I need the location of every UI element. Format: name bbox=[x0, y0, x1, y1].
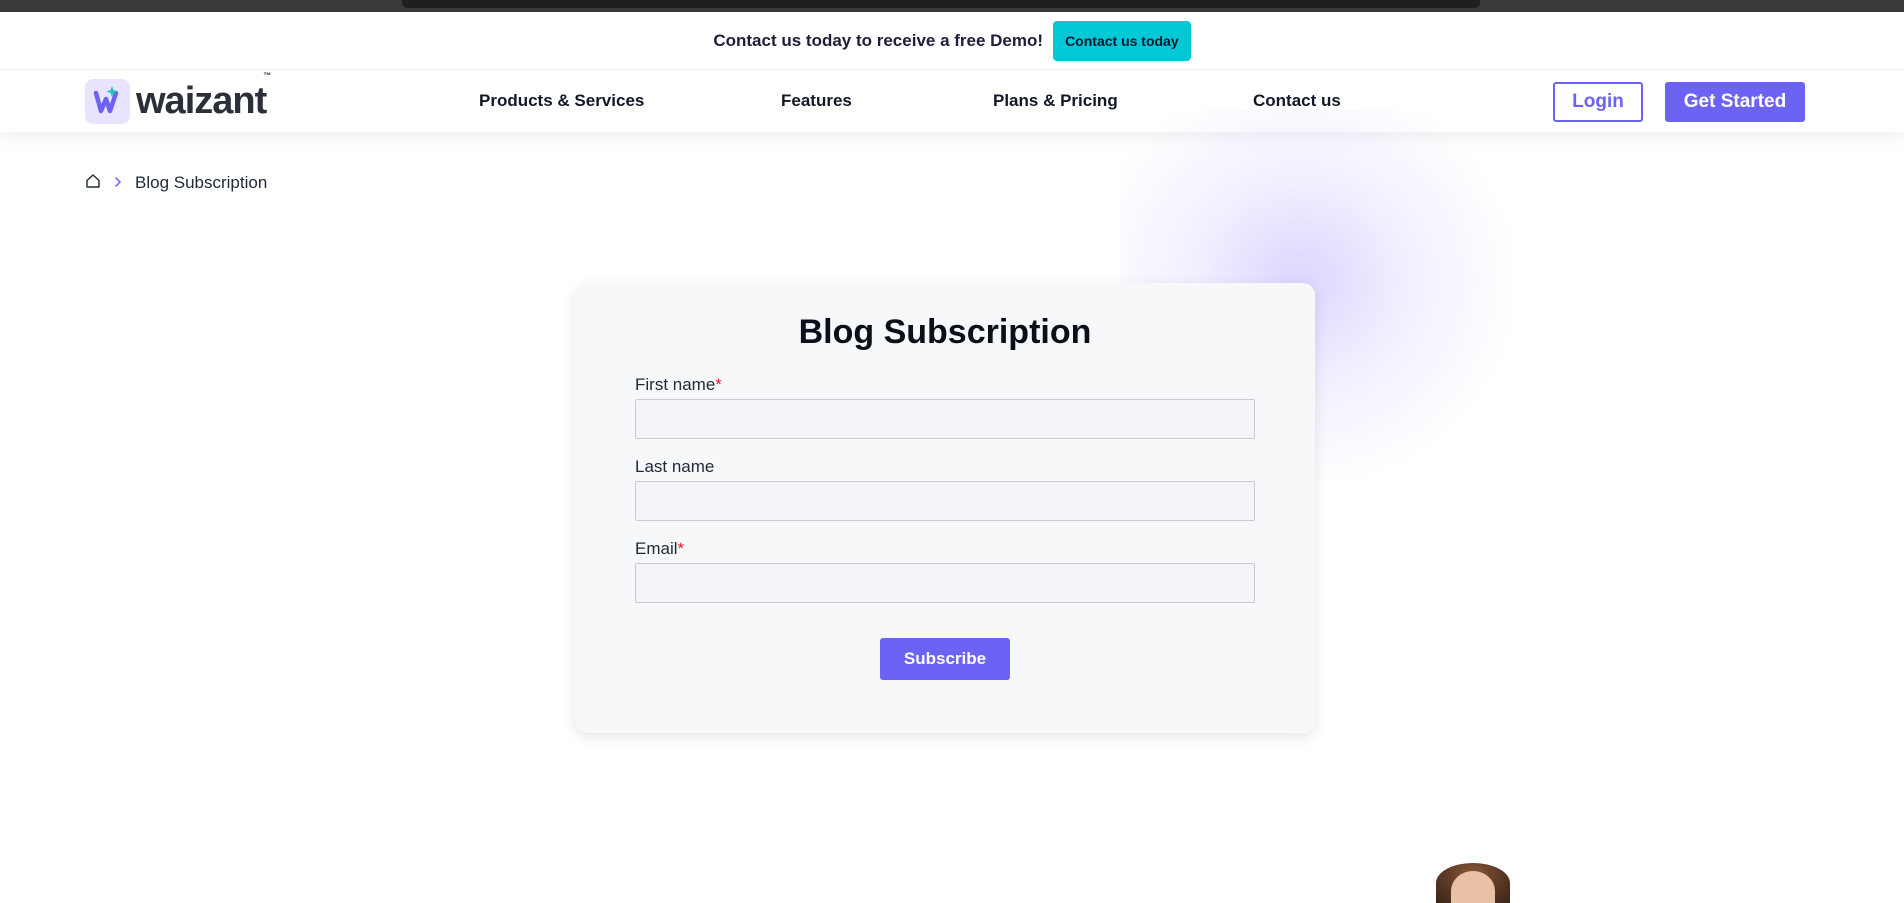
email-input[interactable] bbox=[635, 563, 1255, 603]
main-navbar: waizant ™ Products & Services Features P… bbox=[0, 70, 1904, 132]
subscribe-button[interactable]: Subscribe bbox=[880, 638, 1010, 680]
brand-name: waizant bbox=[136, 80, 267, 122]
browser-top-strip-inner bbox=[402, 0, 1480, 8]
nav-products-services[interactable]: Products & Services bbox=[479, 70, 644, 132]
home-icon[interactable] bbox=[85, 173, 101, 194]
form-title: Blog Subscription bbox=[798, 313, 1092, 351]
chevron-right-icon bbox=[113, 175, 123, 192]
required-mark: * bbox=[677, 539, 685, 558]
trademark-mark: ™ bbox=[263, 71, 271, 80]
email-label: Email* bbox=[635, 539, 684, 559]
last-name-label-text: Last name bbox=[635, 457, 715, 476]
avatar bbox=[1436, 863, 1510, 903]
login-button[interactable]: Login bbox=[1553, 82, 1643, 122]
promo-bar: Contact us today to receive a free Demo!… bbox=[0, 12, 1904, 70]
first-name-label-text: First name bbox=[635, 375, 716, 394]
logo-mark-icon bbox=[85, 78, 130, 124]
subscription-form-card: Blog Subscription First name* Last name … bbox=[575, 283, 1315, 733]
promo-text: Contact us today to receive a free Demo! bbox=[713, 30, 1044, 50]
last-name-label: Last name bbox=[635, 457, 714, 477]
browser-top-strip bbox=[0, 0, 1904, 12]
brand-wordmark: waizant ™ bbox=[136, 72, 271, 122]
nav-plans-pricing[interactable]: Plans & Pricing bbox=[993, 70, 1118, 132]
breadcrumb: Blog Subscription bbox=[85, 172, 267, 194]
nav-features[interactable]: Features bbox=[781, 70, 852, 132]
first-name-input[interactable] bbox=[635, 399, 1255, 439]
contact-us-promo-button[interactable]: Contact us today bbox=[1053, 20, 1191, 61]
avatar-face bbox=[1451, 871, 1495, 903]
nav-contact-us[interactable]: Contact us bbox=[1253, 70, 1341, 132]
brand-logo[interactable]: waizant ™ bbox=[85, 72, 271, 126]
breadcrumb-current: Blog Subscription bbox=[135, 173, 268, 192]
required-mark: * bbox=[715, 375, 722, 394]
first-name-label: First name* bbox=[635, 375, 722, 395]
last-name-input[interactable] bbox=[635, 481, 1255, 521]
email-label-text: Email bbox=[635, 539, 678, 558]
get-started-button[interactable]: Get Started bbox=[1665, 82, 1805, 122]
